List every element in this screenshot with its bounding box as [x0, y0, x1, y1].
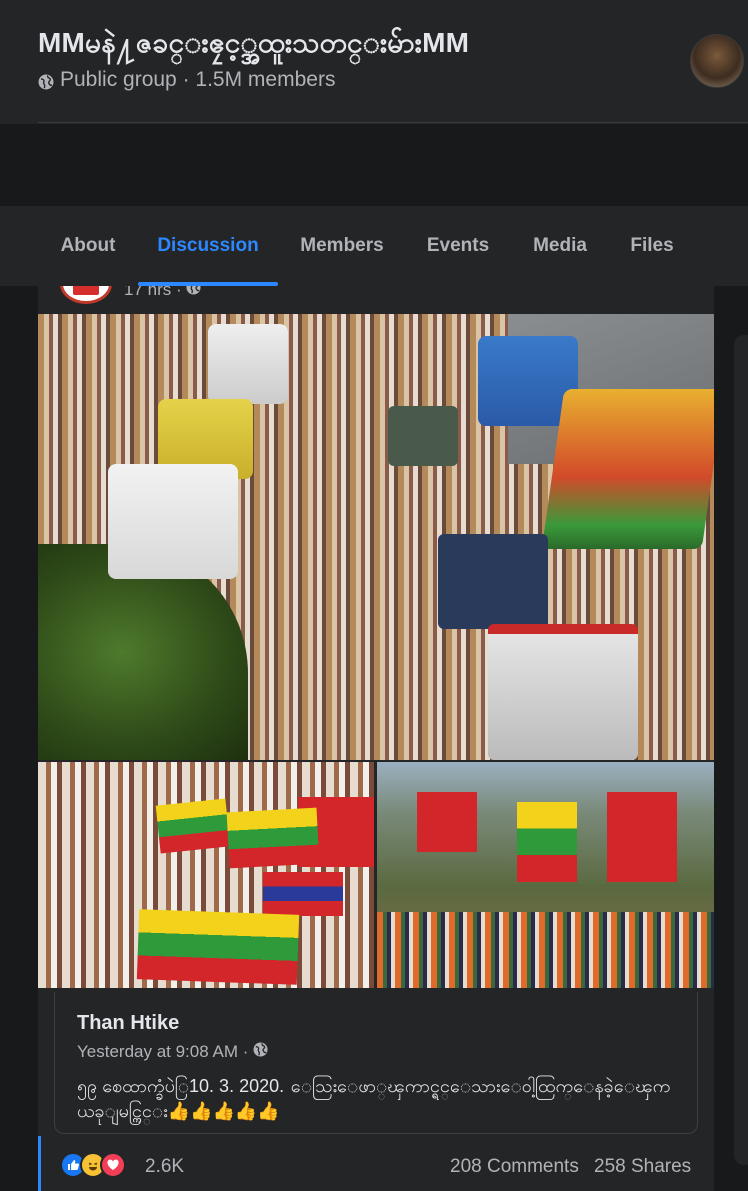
shared-post-text: ၅၉ စေထာက္ခံပဲြ10. 3. 2020. ေသြးေဖာ္ၾကာင္…	[77, 1076, 671, 1121]
header-divider	[38, 122, 748, 123]
tab-discussion[interactable]: Discussion	[138, 206, 278, 286]
globe-icon	[186, 286, 201, 300]
flag	[607, 792, 677, 882]
post-stats: 2.6K 208 Comments 258 Shares	[38, 1146, 714, 1186]
tab-media[interactable]: Media	[514, 206, 606, 286]
post-card: 17 hrs · Than Htike Yesterday at 9:08 AM…	[38, 286, 714, 1191]
bus	[208, 324, 288, 404]
group-header: MMမနဲ႔ဇခင္းဧၠင့္အထူးသတင္းမ်ားMM Public g…	[0, 0, 748, 124]
flag	[263, 872, 343, 916]
side-panel-edge	[734, 335, 748, 1165]
poster-avatar[interactable]	[60, 286, 112, 304]
vehicle	[388, 406, 458, 466]
flag	[155, 798, 231, 854]
post-timestamp[interactable]: 17 hrs ·	[124, 286, 201, 300]
tab-files[interactable]: Files	[612, 206, 692, 286]
comments-count[interactable]: 208 Comments	[450, 1156, 579, 1178]
shared-time-text: Yesterday at 9:08 AM ·	[77, 1042, 249, 1061]
flag	[417, 792, 477, 852]
user-avatar[interactable]	[690, 34, 744, 88]
vehicle	[438, 534, 548, 629]
globe-icon	[253, 1042, 268, 1062]
header-spacer	[0, 124, 748, 206]
vehicle	[488, 624, 638, 760]
tab-events[interactable]: Events	[408, 206, 508, 286]
group-meta: Public group · 1.5M members	[38, 68, 335, 92]
shared-post-timestamp[interactable]: Yesterday at 9:08 AM ·	[77, 1042, 268, 1062]
tab-members[interactable]: Members	[282, 206, 402, 286]
post-time-text: 17 hrs ·	[124, 286, 182, 299]
shares-count[interactable]: 258 Shares	[594, 1156, 691, 1178]
flag	[226, 807, 320, 869]
reaction-icons[interactable]	[60, 1152, 140, 1178]
reaction-count[interactable]: 2.6K	[145, 1156, 184, 1178]
flag	[136, 909, 300, 985]
group-title[interactable]: MMမနဲ႔ဇခင္းဧၠင့္အထူးသတင္းမ်ားMM	[38, 24, 469, 66]
post-photo-main[interactable]	[38, 314, 714, 760]
group-meta-text: Public group · 1.5M members	[60, 68, 336, 91]
bus	[108, 464, 238, 579]
post-photo-march[interactable]	[377, 762, 714, 988]
shared-author-name[interactable]: Than Htike	[77, 1012, 179, 1035]
tab-about[interactable]: About	[38, 206, 138, 286]
group-tabs: About Discussion Members Events Media Fi…	[0, 206, 748, 286]
bus	[541, 389, 714, 549]
shared-post-card[interactable]: Than Htike Yesterday at 9:08 AM · ၅၉ စေထ…	[54, 992, 698, 1134]
love-icon	[100, 1152, 126, 1178]
focus-indicator	[38, 1136, 41, 1191]
globe-icon	[38, 72, 54, 90]
crowd	[377, 912, 714, 988]
post-photo-flags[interactable]	[38, 762, 374, 988]
flag	[517, 802, 577, 882]
